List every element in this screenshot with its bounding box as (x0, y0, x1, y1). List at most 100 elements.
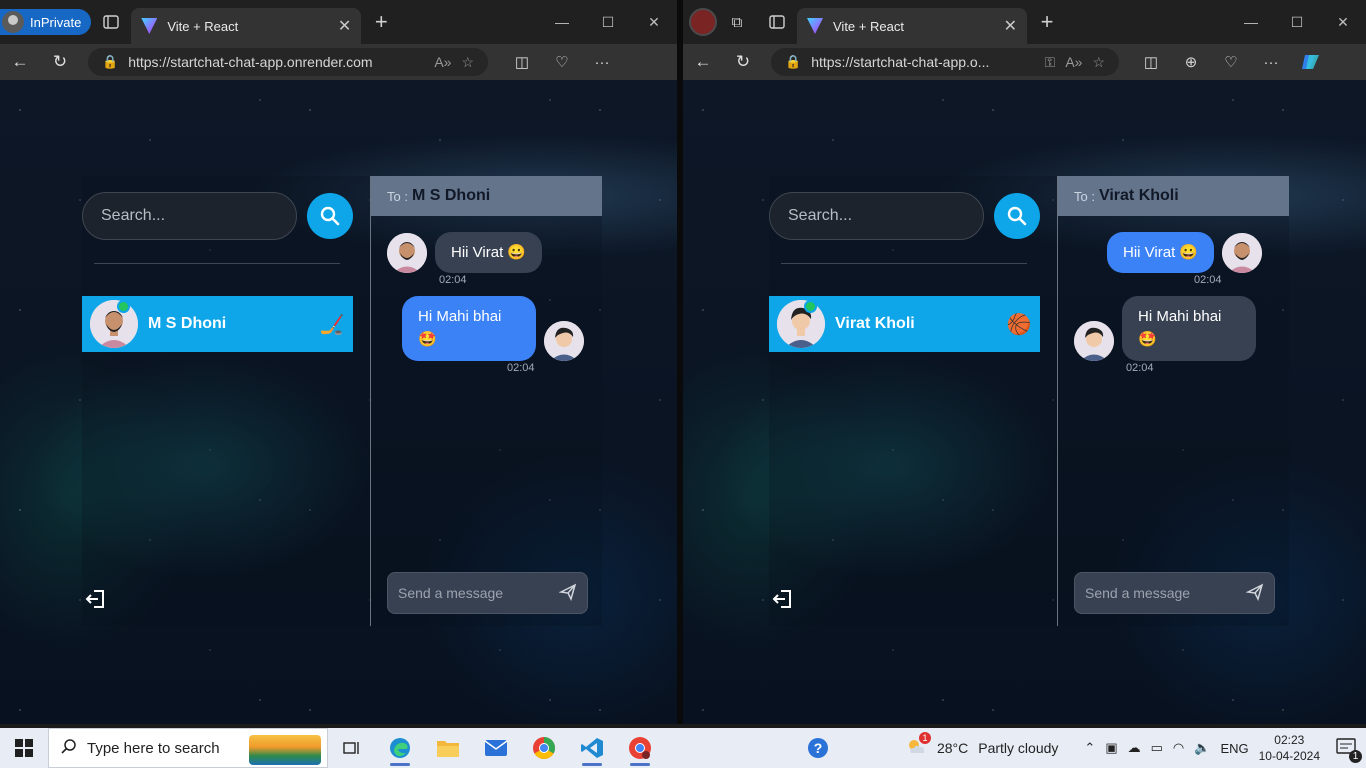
chrome-profile-app-icon[interactable] (616, 728, 664, 768)
close-window-icon[interactable]: ✕ (631, 6, 677, 38)
refresh-icon[interactable]: ↻ (723, 47, 763, 77)
more-menu-icon[interactable]: ··· (582, 54, 622, 71)
vite-favicon-icon (807, 18, 823, 34)
mail-app-icon[interactable] (472, 728, 520, 768)
favorite-star-icon[interactable]: ☆ (1092, 54, 1105, 71)
task-view-icon[interactable] (328, 728, 376, 768)
search-button[interactable] (307, 193, 353, 239)
logout-icon[interactable] (772, 588, 794, 615)
back-icon[interactable]: ← (0, 47, 40, 77)
minimize-icon[interactable]: — (1228, 6, 1274, 38)
address-toolbar: ← ↻ 🔒 https://startchat-chat-app.o... ⚿ … (683, 44, 1366, 80)
message-bubble: Hi Mahi bhai 🤩 (1122, 296, 1256, 361)
search-input[interactable]: Search... (82, 192, 297, 240)
onedrive-cloud-icon[interactable]: ☁ (1128, 740, 1141, 756)
volume-icon[interactable]: 🔈 (1194, 740, 1210, 756)
back-icon[interactable]: ← (683, 47, 723, 77)
message-received: Hi Mahi bhai 🤩 (1074, 296, 1256, 361)
message-time: 02:04 (439, 274, 467, 286)
profile-avatar[interactable] (689, 8, 717, 36)
tab-actions-icon[interactable] (757, 6, 797, 38)
close-tab-icon[interactable]: ✕ (1004, 16, 1017, 36)
message-input[interactable]: Send a message (387, 572, 588, 614)
file-explorer-icon[interactable] (424, 728, 472, 768)
conversation-name: M S Dhoni (148, 315, 227, 332)
online-status-dot (804, 300, 817, 313)
search-placeholder: Search... (101, 207, 166, 224)
inprivate-badge[interactable]: InPrivate (0, 9, 92, 35)
message-input[interactable]: Send a message (1074, 572, 1275, 614)
notification-center-icon[interactable]: 1 (1336, 737, 1362, 763)
message-sent: Hii Virat 😀 (1107, 232, 1263, 274)
browser-tab[interactable]: Vite + React ✕ (797, 8, 1027, 44)
chevron-up-icon[interactable]: ⌃ (1084, 740, 1095, 756)
weather-icon[interactable]: 1 (905, 731, 931, 759)
taskbar-search[interactable]: Type here to search (48, 728, 328, 768)
wifi-icon[interactable]: ◠ (1173, 740, 1184, 756)
favorite-star-icon[interactable]: ☆ (461, 54, 474, 71)
window-controls: — ☐ ✕ (1228, 6, 1366, 38)
close-tab-icon[interactable]: ✕ (338, 16, 351, 36)
address-bar[interactable]: 🔒 https://startchat-chat-app.onrender.co… (88, 48, 488, 76)
hockey-emoji-icon: 🏒 (319, 313, 345, 336)
workspaces-icon[interactable]: ⧉ (717, 6, 757, 38)
tab-title: Vite + React (167, 18, 239, 34)
send-icon[interactable] (558, 583, 577, 604)
password-key-icon[interactable]: ⚿ (1045, 54, 1056, 71)
svg-text:?: ? (814, 740, 823, 756)
battery-icon[interactable]: ▭ (1151, 740, 1163, 756)
chrome-app-icon[interactable] (520, 728, 568, 768)
minimize-icon[interactable]: — (539, 6, 585, 38)
browser-window-right: ⧉ Vite + React ✕ + — ☐ ✕ ← ↻ 🔒 https://s… (683, 0, 1366, 724)
weather-temperature[interactable]: 28°C (937, 740, 968, 756)
message-time: 02:04 (1194, 274, 1222, 286)
message-received: Hii Virat 😀 (387, 232, 543, 274)
system-tray: 1 28°C Partly cloudy ⌃ ▣ ☁ ▭ ◠ 🔈 ENG 02:… (905, 731, 1366, 764)
profile-icon (2, 11, 24, 33)
help-icon[interactable]: ? (794, 728, 842, 768)
message-placeholder: Send a message (398, 585, 504, 601)
vscode-app-icon[interactable] (568, 728, 616, 768)
conversation-item[interactable]: Virat Kholi 🏀 (769, 296, 1040, 352)
split-screen-icon[interactable]: ◫ (1131, 53, 1171, 71)
maximize-icon[interactable]: ☐ (585, 6, 631, 38)
send-icon[interactable] (1245, 583, 1264, 604)
refresh-icon[interactable]: ↻ (40, 47, 80, 77)
inprivate-label: InPrivate (30, 14, 82, 30)
address-bar[interactable]: 🔒 https://startchat-chat-app.o... ⚿ A» ☆ (771, 48, 1119, 76)
new-tab-icon[interactable]: + (361, 6, 401, 38)
weather-condition[interactable]: Partly cloudy (978, 740, 1058, 756)
close-window-icon[interactable]: ✕ (1320, 6, 1366, 38)
tab-actions-icon[interactable] (91, 6, 131, 38)
conversation-name: Virat Kholi (835, 315, 915, 332)
read-aloud-icon[interactable]: A» (1065, 54, 1082, 70)
more-menu-icon[interactable]: ··· (1251, 54, 1291, 71)
language-indicator[interactable]: ENG (1220, 741, 1248, 756)
browser-essentials-icon[interactable]: ♡ (542, 53, 582, 71)
recipient-name: Virat Kholi (1098, 187, 1179, 204)
search-button[interactable] (994, 193, 1040, 239)
meet-now-icon[interactable]: ▣ (1105, 740, 1117, 756)
maximize-icon[interactable]: ☐ (1274, 6, 1320, 38)
address-toolbar: ← ↻ 🔒 https://startchat-chat-app.onrende… (0, 44, 677, 80)
message-placeholder: Send a message (1085, 585, 1191, 601)
search-input[interactable]: Search... (769, 192, 984, 240)
logout-icon[interactable] (85, 588, 107, 615)
page-viewport: Search... M S Dhoni 🏒 To: M S Dhoni Hii… (0, 80, 677, 724)
split-screen-icon[interactable]: ◫ (502, 53, 542, 71)
to-label: To : (387, 188, 408, 204)
edge-app-icon[interactable] (376, 728, 424, 768)
new-tab-icon[interactable]: + (1027, 6, 1067, 38)
recipient-name: M S Dhoni (411, 187, 491, 204)
browser-essentials-icon[interactable]: ♡ (1211, 53, 1251, 71)
conversation-item[interactable]: M S Dhoni 🏒 (82, 296, 353, 352)
clock[interactable]: 02:23 10-04-2024 (1259, 732, 1320, 764)
read-aloud-icon[interactable]: A» (434, 54, 451, 70)
collections-icon[interactable]: ⊕ (1171, 53, 1211, 71)
message-container: To : Virat Kholi Hii Virat 😀 02:04 Hi Ma… (1057, 176, 1289, 626)
browser-tab[interactable]: Vite + React ✕ (131, 8, 362, 44)
message-sent: Hi Mahi bhai 🤩 (402, 296, 584, 361)
start-button[interactable] (0, 728, 48, 768)
copilot-icon[interactable] (1291, 53, 1331, 71)
avatar (1222, 233, 1263, 274)
